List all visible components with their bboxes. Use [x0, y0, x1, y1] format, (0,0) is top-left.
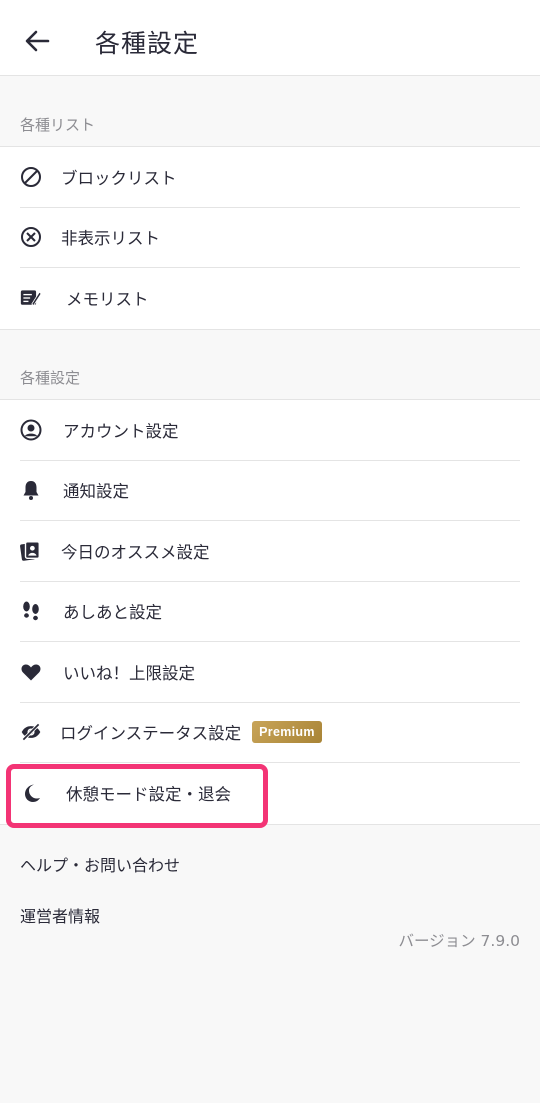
rest-mode-withdraw-label: 休憩モード設定・退会 — [66, 785, 231, 805]
version-text: バージョン 7.9.0 — [398, 932, 520, 950]
recommend-settings-label: 今日のオススメ設定 — [61, 542, 210, 562]
memo-list-label: メモリスト — [66, 290, 149, 310]
moon-icon — [20, 782, 42, 804]
section-label-lists: 各種リスト — [20, 116, 96, 134]
help-contact-link[interactable]: ヘルプ・お問い合わせ — [20, 852, 180, 876]
notification-settings-item[interactable]: 通知設定 — [20, 461, 520, 521]
block-list-item[interactable]: ブロックリスト — [20, 147, 520, 208]
notification-settings-label: 通知設定 — [63, 482, 129, 502]
memo-icon — [20, 287, 42, 309]
back-button[interactable] — [20, 24, 54, 58]
account-settings-label: アカウント設定 — [63, 421, 179, 441]
footprint-settings-item[interactable]: あしあと設定 — [20, 582, 520, 642]
section-label-settings: 各種設定 — [20, 369, 81, 387]
like-limit-settings-label: いいね！上限設定 — [63, 663, 195, 683]
account-icon — [20, 419, 42, 441]
premium-badge: Premium — [252, 721, 322, 744]
footprint-settings-label: あしあと設定 — [63, 603, 162, 623]
login-status-settings-item[interactable]: ログインステータス設定 Premium — [20, 703, 520, 763]
app-header: 各種設定 — [0, 0, 540, 76]
hide-icon — [20, 226, 42, 248]
footprint-icon — [20, 600, 42, 622]
account-settings-item[interactable]: アカウント設定 — [20, 400, 520, 461]
operator-info-link[interactable]: 運営者情報 — [20, 903, 100, 927]
hidden-list-label: 非表示リスト — [61, 229, 160, 249]
heart-icon — [20, 661, 42, 683]
rest-mode-withdraw-item[interactable]: 休憩モード設定・退会 — [20, 763, 520, 824]
recommend-settings-item[interactable]: 今日のオススメ設定 — [20, 521, 520, 582]
bell-icon — [20, 479, 42, 501]
page-title: 各種設定 — [95, 29, 200, 58]
hidden-list-item[interactable]: 非表示リスト — [20, 208, 520, 268]
arrow-left-icon — [25, 30, 50, 52]
eye-slash-icon — [20, 721, 42, 743]
list-card: ブロックリスト 非表示リスト メモリスト — [0, 146, 540, 330]
settings-card: アカウント設定 通知設定 今日のオススメ設定 あしあと設定 いいね！上限設定 ロ… — [0, 399, 540, 825]
login-status-settings-label: ログインステータス設定 — [60, 724, 242, 744]
cards-icon — [20, 540, 42, 562]
block-list-label: ブロックリスト — [61, 168, 177, 188]
memo-list-item[interactable]: メモリスト — [20, 268, 520, 329]
block-icon — [20, 166, 42, 188]
like-limit-settings-item[interactable]: いいね！上限設定 — [20, 642, 520, 703]
